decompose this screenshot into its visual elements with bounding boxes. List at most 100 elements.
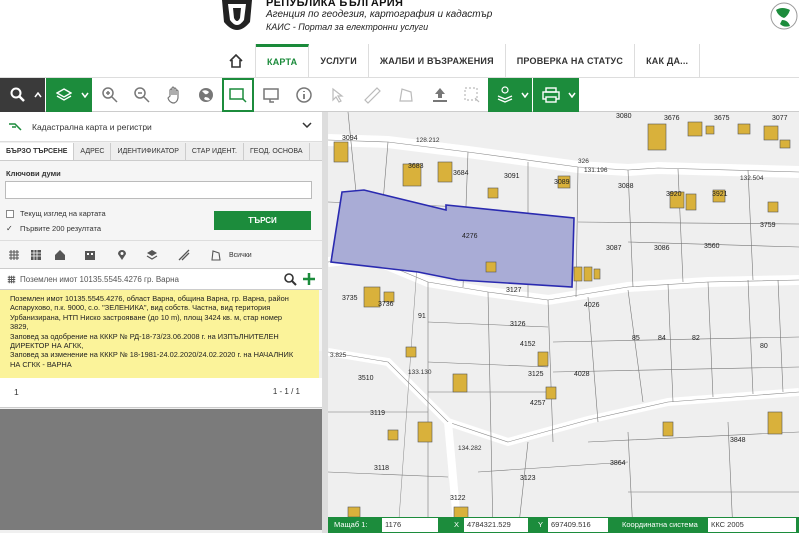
search-panel: Кадастрална карта и регистри БЪРЗО ТЪРСЕ… bbox=[0, 112, 322, 533]
printer-icon bbox=[542, 87, 560, 103]
hand-icon bbox=[167, 86, 179, 104]
parcel-label: 91 bbox=[418, 313, 426, 320]
result-line: 3829, bbox=[10, 322, 29, 332]
y-coordinate: 697409.516 bbox=[548, 518, 608, 532]
current-page[interactable]: 1 bbox=[14, 387, 19, 397]
upload-button[interactable] bbox=[424, 78, 456, 112]
elevation-label: 132.504 bbox=[740, 175, 764, 182]
nav-map[interactable]: КАРТА bbox=[256, 44, 310, 77]
chevron-down-icon bbox=[568, 92, 576, 98]
parcel-label: 3080 bbox=[616, 113, 632, 120]
result-line: Заповед за одобрение на КККР № РД-18-73/… bbox=[10, 331, 279, 341]
parcel-label: 4026 bbox=[584, 302, 600, 309]
keywords-label: Ключови думи bbox=[6, 169, 61, 178]
current-view-label: Текущ изглед на картата bbox=[20, 209, 106, 218]
layer-icon bbox=[9, 123, 22, 131]
parcel-label: 3086 bbox=[654, 245, 670, 252]
y-label: Y bbox=[538, 520, 544, 529]
globe-icon[interactable] bbox=[766, 2, 798, 32]
result-header[interactable]: Поземлен имот 10135.5545.4276 гр. Варна bbox=[0, 268, 322, 290]
crs-select[interactable]: ККС 2005 bbox=[708, 518, 796, 532]
search-icon bbox=[10, 87, 25, 102]
full-extent-button[interactable] bbox=[190, 78, 222, 112]
grid-filter-icon[interactable] bbox=[8, 249, 20, 261]
filter-all[interactable]: Всички bbox=[229, 252, 252, 259]
tab-address[interactable]: АДРЕС bbox=[74, 143, 112, 160]
map-statusbar: Мащаб 1: 1176 X 4784321.529 Y 697409.516… bbox=[328, 517, 799, 533]
search-button[interactable]: ТЪРСИ bbox=[214, 211, 311, 230]
portal-name: КАИС - Портал за електронни услуги bbox=[266, 22, 429, 32]
result-line: ДИРЕКТОР НА АГКК, bbox=[10, 341, 84, 351]
home-button[interactable] bbox=[216, 44, 256, 77]
x-coordinate: 4784321.529 bbox=[464, 518, 528, 532]
measure-distance-button[interactable] bbox=[356, 78, 388, 112]
scale-label: Мащаб 1: bbox=[334, 520, 368, 529]
grid-icon bbox=[7, 275, 16, 284]
identify-layer-button[interactable] bbox=[488, 78, 532, 112]
agency-name: Агенция по геодезия, картография и кадас… bbox=[266, 9, 493, 20]
tab-identifier[interactable]: ИДЕНТИФИКАТОР bbox=[111, 143, 186, 160]
select-area-button[interactable] bbox=[222, 78, 254, 112]
add-icon[interactable] bbox=[302, 272, 316, 286]
current-view-option[interactable]: Текущ изглед на картата bbox=[6, 209, 106, 218]
scale-input[interactable]: 1176 bbox=[382, 518, 438, 532]
tab-old-identifier[interactable]: СТАР ИДЕНТ. bbox=[186, 143, 244, 160]
parcel-label: 3510 bbox=[358, 375, 374, 382]
parcel-label: 3675 bbox=[714, 115, 730, 122]
print-button[interactable] bbox=[533, 78, 579, 112]
search-tool-button[interactable] bbox=[0, 78, 45, 112]
chevron-down-icon[interactable] bbox=[302, 121, 312, 129]
info-icon bbox=[296, 87, 312, 103]
elevation-label: 3.825 bbox=[330, 352, 347, 359]
zoom-out-button[interactable] bbox=[126, 78, 158, 112]
nav-status-check[interactable]: ПРОВЕРКА НА СТАТУС bbox=[506, 44, 636, 77]
clear-selection-button[interactable] bbox=[456, 78, 488, 112]
result-line: Урбанизирана, НТП Ниско застрояване (до … bbox=[10, 312, 283, 322]
layer-selector[interactable]: Кадастрална карта и регистри bbox=[0, 112, 322, 142]
select-window-button[interactable] bbox=[256, 78, 288, 112]
parcel-label: 3118 bbox=[374, 465, 389, 472]
nav-complaints[interactable]: ЖАЛБИ И ВЪЗРАЖЕНИЯ bbox=[369, 44, 506, 77]
grid-dense-icon[interactable] bbox=[30, 249, 42, 261]
elevation-label: 133.130 bbox=[408, 369, 432, 376]
zoom-out-icon bbox=[134, 87, 150, 103]
map-toolbar bbox=[0, 78, 799, 112]
road-icon[interactable] bbox=[178, 249, 190, 261]
nav-services[interactable]: УСЛУГИ bbox=[309, 44, 369, 77]
zoom-in-button[interactable] bbox=[94, 78, 126, 112]
info-button[interactable] bbox=[288, 78, 320, 112]
parcel-label: 3683 bbox=[408, 163, 424, 170]
layers-icon bbox=[56, 88, 72, 101]
measure-area-button[interactable] bbox=[390, 78, 422, 112]
zoom-to-icon[interactable] bbox=[283, 272, 297, 286]
chevron-down-icon bbox=[521, 92, 529, 98]
layer-title: Кадастрална карта и регистри bbox=[32, 122, 152, 132]
tab-geodetic-base[interactable]: ГЕОД. ОСНОВА bbox=[244, 143, 310, 160]
location-pin-icon[interactable] bbox=[116, 249, 128, 261]
layers-small-icon[interactable] bbox=[146, 249, 158, 261]
layers-button[interactable] bbox=[46, 78, 92, 112]
current-view-checkbox[interactable] bbox=[6, 209, 14, 218]
nav-how-to[interactable]: КАК ДА... bbox=[635, 44, 701, 77]
parcel-label: 3089 bbox=[554, 179, 570, 186]
building-icon[interactable] bbox=[54, 249, 66, 261]
result-type-filter: Всички bbox=[0, 249, 322, 265]
pointer-button[interactable] bbox=[322, 78, 354, 112]
pan-button[interactable] bbox=[158, 78, 190, 112]
apartment-icon[interactable] bbox=[84, 249, 96, 261]
coat-of-arms-icon[interactable] bbox=[216, 0, 258, 38]
result-details[interactable]: Поземлен имот 10135.5545.4276, област Ва… bbox=[0, 290, 319, 386]
check-icon[interactable]: ✓ bbox=[6, 224, 14, 233]
map-canvas[interactable]: 4276 3094 3683 3684 3091 3089 3080 3676 … bbox=[328, 112, 799, 533]
keywords-input[interactable] bbox=[5, 181, 312, 199]
parcel-label: 3848 bbox=[730, 437, 746, 444]
elevation-label: 128.212 bbox=[416, 137, 440, 144]
polygon-small-icon[interactable] bbox=[210, 249, 222, 261]
cadastral-map[interactable]: 4276 3094 3683 3684 3091 3089 3080 3676 … bbox=[328, 112, 799, 533]
first-200-option[interactable]: ✓ Първите 200 резултата bbox=[6, 224, 101, 233]
parcel-label: 4276 bbox=[462, 233, 478, 240]
tab-quick-search[interactable]: БЪРЗО ТЪРСЕНЕ bbox=[0, 143, 75, 160]
parcel-label: 3684 bbox=[453, 170, 469, 177]
parcel-label: 3126 bbox=[510, 321, 526, 328]
parcel-label: 3127 bbox=[506, 287, 522, 294]
